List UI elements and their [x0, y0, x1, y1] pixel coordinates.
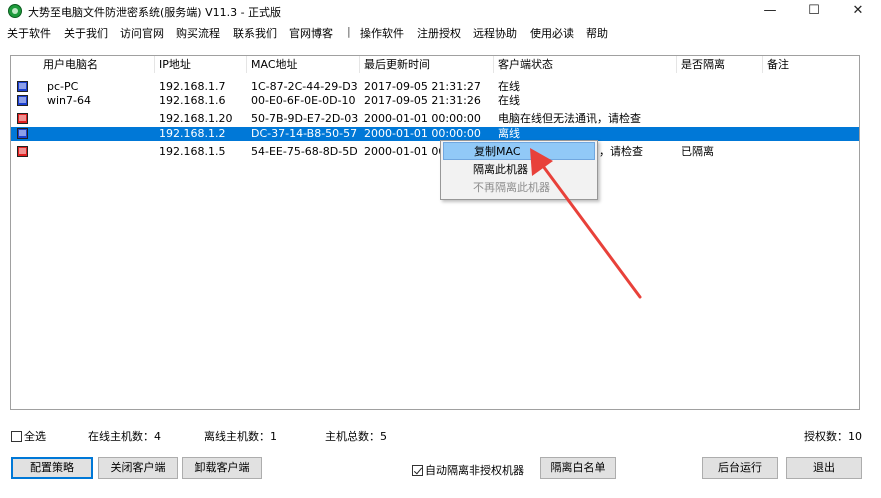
app-logo-icon: [8, 4, 22, 18]
col-mac[interactable]: MAC地址: [247, 56, 360, 73]
cell-ip: 192.168.1.5: [159, 145, 226, 158]
col-computer-name[interactable]: 用户电脑名: [11, 56, 155, 73]
table-row[interactable]: 192.168.1.20 50-7B-9D-E7-2D-03 2000-01-0…: [11, 112, 859, 126]
computer-icon: [17, 95, 28, 106]
cell-mac: 1C-87-2C-44-29-D3: [251, 80, 358, 93]
table-row[interactable]: win7-64 192.168.1.6 00-E0-6F-0E-0D-10 20…: [11, 94, 859, 108]
whitelist-button[interactable]: 隔离白名单: [540, 457, 616, 479]
cell-mac: DC-37-14-B8-50-57: [251, 127, 358, 140]
offline-count: 离线主机数：1: [204, 430, 277, 443]
menu-separator: |: [347, 25, 351, 38]
auto-isolate-label: 自动隔离非授权机器: [425, 464, 524, 477]
cell-time: 2000-01-01 00:00:00: [364, 112, 481, 125]
online-count: 在线主机数：4: [88, 430, 161, 443]
minimize-button[interactable]: —: [748, 0, 792, 22]
uninstall-client-button[interactable]: 卸载客户端: [182, 457, 262, 479]
menu-about-software[interactable]: 关于软件: [7, 25, 51, 41]
computer-icon: [17, 146, 28, 157]
checkbox-checked-icon[interactable]: [412, 465, 423, 476]
computer-icon: [17, 81, 28, 92]
config-policy-button[interactable]: 配置策略: [11, 457, 93, 479]
table-row[interactable]: 192.168.1.5 54-EE-75-68-8D-5D 2000-01-01…: [11, 145, 859, 159]
menu-contact[interactable]: 联系我们: [233, 25, 277, 41]
menu-about-us[interactable]: 关于我们: [64, 25, 108, 41]
col-note[interactable]: 备注: [763, 56, 859, 73]
client-list[interactable]: 用户电脑名 IP地址 MAC地址 最后更新时间 客户端状态 是否隔离 备注 pc…: [10, 55, 860, 410]
checkbox-icon[interactable]: [11, 431, 22, 442]
select-all-checkbox[interactable]: 全选: [11, 430, 46, 444]
menu-visit-site[interactable]: 访问官网: [120, 25, 164, 41]
cell-isolated: 已隔离: [681, 145, 714, 158]
cell-time: 2017-09-05 21:31:26: [364, 94, 481, 107]
cell-mac: 00-E0-6F-0E-0D-10: [251, 94, 356, 107]
col-isolated[interactable]: 是否隔离: [677, 56, 763, 73]
cell-mac: 50-7B-9D-E7-2D-03: [251, 112, 359, 125]
table-row[interactable]: pc-PC 192.168.1.7 1C-87-2C-44-29-D3 2017…: [11, 80, 859, 94]
col-client-status[interactable]: 客户端状态: [494, 56, 677, 73]
menu-register[interactable]: 注册授权: [417, 25, 461, 41]
menu-must-read[interactable]: 使用必读: [530, 25, 574, 41]
menu-item-unisolate: 不再隔离此机器: [473, 181, 550, 194]
menu-operate[interactable]: 操作软件: [360, 25, 404, 41]
col-last-update[interactable]: 最后更新时间: [360, 56, 494, 73]
background-run-button[interactable]: 后台运行: [702, 457, 778, 479]
cell-status: 在线: [498, 80, 520, 93]
maximize-button[interactable]: ☐: [792, 0, 836, 22]
table-row-selected[interactable]: 192.168.1.2 DC-37-14-B8-50-57 2000-01-01…: [11, 127, 859, 141]
menu-remote-assist[interactable]: 远程协助: [473, 25, 517, 41]
cell-status: 离线: [498, 127, 520, 140]
close-client-button[interactable]: 关闭客户端: [98, 457, 178, 479]
computer-icon: [17, 113, 28, 124]
title-bar: 大势至电脑文件防泄密系统(服务端) V11.3 - 正式版 — ☐ ✕: [0, 0, 881, 22]
cell-mac: 54-EE-75-68-8D-5D: [251, 145, 358, 158]
menu-help[interactable]: 帮助: [586, 25, 608, 41]
context-menu: 复制MAC 隔离此机器 不再隔离此机器: [440, 140, 598, 200]
window-title: 大势至电脑文件防泄密系统(服务端) V11.3 - 正式版: [28, 6, 282, 19]
auto-isolate-checkbox[interactable]: 自动隔离非授权机器: [412, 462, 524, 478]
menu-item-isolate[interactable]: 隔离此机器: [443, 161, 595, 179]
menu-item-copy-mac[interactable]: 复制MAC: [443, 142, 595, 160]
menu-purchase[interactable]: 购买流程: [176, 25, 220, 41]
total-count: 主机总数：5: [325, 430, 387, 443]
cell-time: 2000-01-01 00:00:00: [364, 127, 481, 140]
cell-ip: 192.168.1.20: [159, 112, 233, 125]
license-count: 授权数：10: [804, 430, 862, 443]
cell-name: win7-64: [47, 94, 91, 107]
list-header: 用户电脑名 IP地址 MAC地址 最后更新时间 客户端状态 是否隔离 备注: [11, 56, 859, 73]
cell-ip: 192.168.1.7: [159, 80, 226, 93]
cell-status: ，请检查: [599, 145, 643, 158]
cell-ip: 192.168.1.6: [159, 94, 226, 107]
menu-bar: 关于软件 关于我们 访问官网 购买流程 联系我们 官网博客 | 操作软件 注册授…: [0, 24, 881, 42]
cell-status: 在线: [498, 94, 520, 107]
computer-icon: [17, 128, 28, 139]
cell-name: pc-PC: [47, 80, 79, 93]
cell-time: 2017-09-05 21:31:27: [364, 80, 481, 93]
exit-button[interactable]: 退出: [786, 457, 862, 479]
select-all-label: 全选: [24, 430, 46, 443]
cell-time: 2000-01-01 00: [364, 145, 446, 158]
cell-status: 电脑在线但无法通讯，请检查: [498, 112, 641, 125]
col-ip[interactable]: IP地址: [155, 56, 247, 73]
cell-ip: 192.168.1.2: [159, 127, 226, 140]
menu-blog[interactable]: 官网博客: [289, 25, 333, 41]
close-button[interactable]: ✕: [836, 0, 880, 22]
